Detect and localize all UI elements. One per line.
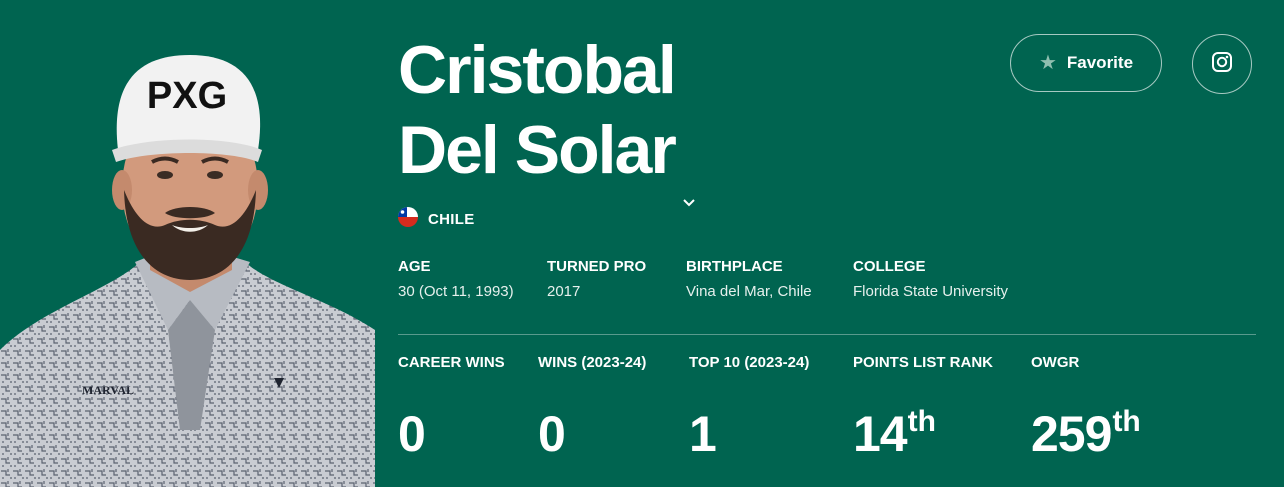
stat-label: POINTS LIST RANK (853, 354, 994, 371)
divider (398, 334, 1256, 335)
bio-label: COLLEGE (853, 258, 926, 275)
shirt-logo: MARVAL (82, 383, 134, 397)
bio-item-college: COLLEGE Florida State University (853, 258, 1008, 301)
stat-label: OWGR (1031, 354, 1080, 371)
chevron-down-icon[interactable] (681, 147, 697, 207)
instagram-button[interactable] (1192, 34, 1252, 94)
bio-value: 2017 (547, 283, 581, 300)
favorite-button[interactable]: ★ Favorite (1010, 34, 1162, 92)
stat-career-wins: CAREER WINS 0 (398, 354, 505, 462)
player-last-name: Del Solar (398, 112, 677, 188)
star-icon: ★ (1038, 52, 1057, 74)
cap-logo: PXG (147, 75, 227, 117)
country-name: CHILE (428, 211, 475, 228)
bio-item-turned-pro: TURNED PRO 2017 (547, 258, 646, 301)
stat-value: 259th (1031, 405, 1141, 462)
stat-points-list-rank: POINTS LIST RANK 14th (853, 354, 993, 462)
stat-value: 0 (398, 406, 426, 462)
stat-owgr: OWGR 259th (1031, 354, 1141, 462)
player-name: Cristobal Del Solar (398, 30, 697, 207)
bio-value: 30 (Oct 11, 1993) (398, 283, 514, 300)
favorite-label: Favorite (1066, 53, 1134, 72)
stat-wins-season: WINS (2023-24) 0 (538, 354, 646, 462)
bio-item-birthplace: BIRTHPLACE Vina del Mar, Chile (686, 258, 812, 301)
stat-label: WINS (2023-24) (538, 354, 647, 371)
bio-label: BIRTHPLACE (686, 258, 783, 275)
stat-label: TOP 10 (2023-24) (689, 354, 810, 371)
bio-value: Vina del Mar, Chile (686, 283, 812, 300)
stat-label: CAREER WINS (398, 354, 505, 371)
bio-item-age: AGE 30 (Oct 11, 1993) (398, 258, 514, 301)
stat-value: 1 (689, 406, 717, 462)
stat-value: 0 (538, 406, 566, 462)
chile-flag-icon (398, 207, 418, 232)
bio-label: AGE (398, 258, 431, 275)
player-headshot: PXG MARVAL (0, 0, 375, 487)
bio-label: TURNED PRO (547, 258, 647, 275)
player-country: CHILE (398, 207, 475, 232)
bio-value: Florida State University (853, 283, 1009, 300)
stat-value: 14th (853, 405, 936, 462)
player-first-name: Cristobal (398, 32, 677, 108)
player-portrait-image: PXG MARVAL (0, 55, 375, 487)
instagram-icon (1211, 51, 1233, 78)
stat-top10-season: TOP 10 (2023-24) 1 (689, 354, 809, 462)
